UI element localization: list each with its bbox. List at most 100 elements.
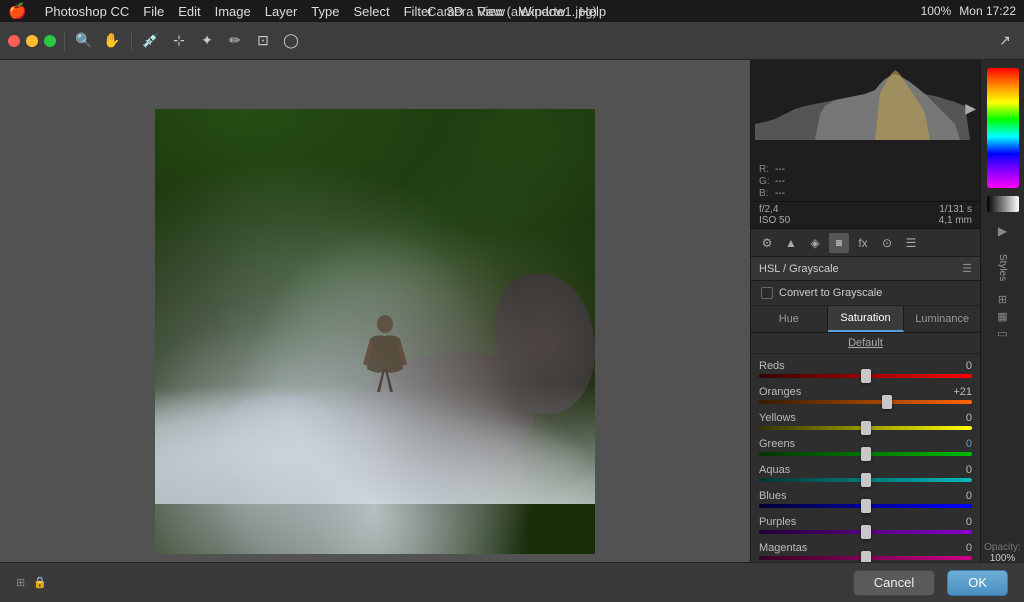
bottom-icon-2[interactable]: 🔒 [33, 576, 47, 589]
r-value: --- [775, 164, 785, 175]
menu-file[interactable]: File [143, 4, 164, 19]
grayscale-checkbox[interactable] [761, 287, 773, 299]
blues-track[interactable] [759, 504, 972, 508]
yellows-value: 0 [948, 412, 972, 424]
camera-info: f/2,4 1/131 s ISO 50 4,1 mm [751, 202, 980, 229]
g-label: G: [759, 176, 771, 187]
right-panel: ▶ R: --- G: --- B: --- [750, 60, 980, 602]
menubar: 🍎 Photoshop CC File Edit Image Layer Typ… [0, 0, 1024, 22]
slider-purples: Purples 0 [751, 514, 980, 536]
far-right-panel: ▶ Styles ⊞ ▦ ▭ Opacity: 100% Fill: 100% [980, 60, 1024, 602]
red-row: R: --- [759, 164, 972, 175]
histogram-svg [755, 64, 976, 140]
menu-select[interactable]: Select [353, 4, 389, 19]
content-area: ⊞ 🔒 45,5% ▾ Y ⊞ ↕ ☰ [0, 60, 1024, 602]
blues-value: 0 [948, 490, 972, 502]
menu-type[interactable]: Type [311, 4, 339, 19]
oranges-thumb[interactable] [882, 395, 892, 409]
shutter-value: 1/131 s [939, 204, 972, 215]
menubar-right: 100% Mon 17:22 [921, 4, 1016, 18]
toolbar: 🔍 ✋ 💉 ⊹ ✦ ✏ ⊡ ◯ ↗ [0, 22, 1024, 60]
basic-panel-icon[interactable]: ⚙ [757, 233, 777, 253]
tab-saturation[interactable]: Saturation [828, 306, 905, 332]
layers-icon[interactable]: ⊞ [998, 293, 1007, 306]
section-menu-icon[interactable]: ☰ [962, 262, 972, 275]
grayscale-swatch[interactable] [987, 196, 1019, 212]
yellows-track[interactable] [759, 426, 972, 430]
aquas-track[interactable] [759, 478, 972, 482]
bottom-icon-1[interactable]: ⊞ [16, 576, 25, 589]
details-icon[interactable]: ◈ [805, 233, 825, 253]
greens-value: 0 [948, 438, 972, 450]
purples-thumb[interactable] [861, 525, 871, 539]
slider-blues: Blues 0 [751, 488, 980, 510]
gradient-tool-icon[interactable]: ◯ [280, 30, 302, 52]
photo-container [155, 109, 595, 554]
battery-indicator: 100% [921, 4, 952, 18]
maximize-button[interactable] [44, 35, 56, 47]
clone-tool-icon[interactable]: ⊡ [252, 30, 274, 52]
hand-tool-icon[interactable]: ✋ [101, 30, 123, 52]
close-button[interactable] [8, 35, 20, 47]
yellows-thumb[interactable] [861, 421, 871, 435]
canvas-panel: ⊞ 🔒 45,5% ▾ Y ⊞ ↕ ☰ [0, 60, 750, 602]
reds-value: 0 [948, 360, 972, 372]
greens-thumb[interactable] [861, 447, 871, 461]
paths-icon[interactable]: ▭ [997, 327, 1007, 340]
aperture-value: f/2,4 [759, 204, 778, 215]
greens-track[interactable] [759, 452, 972, 456]
heal-tool-icon[interactable]: ✦ [196, 30, 218, 52]
g-value: --- [775, 176, 785, 187]
minimize-button[interactable] [26, 35, 38, 47]
reds-thumb[interactable] [861, 369, 871, 383]
aquas-thumb[interactable] [861, 473, 871, 487]
cancel-button[interactable]: Cancel [853, 570, 935, 596]
export-icon[interactable]: ↗ [994, 30, 1016, 52]
slider-greens: Greens 0 [751, 436, 980, 458]
tab-hue[interactable]: Hue [751, 306, 828, 332]
blue-row: B: --- [759, 188, 972, 199]
greens-label: Greens [759, 438, 795, 450]
apple-menu[interactable]: 🍎 [8, 2, 27, 20]
channels-icon[interactable]: ▦ [997, 310, 1007, 323]
menu-layer[interactable]: Layer [265, 4, 298, 19]
slider-magentas: Magentas 0 [751, 540, 980, 562]
tab-luminance[interactable]: Luminance [904, 306, 980, 332]
color-gradient-swatch[interactable] [987, 68, 1019, 188]
purples-label: Purples [759, 516, 796, 528]
slider-yellows: Yellows 0 [751, 410, 980, 432]
hsl-icon active[interactable]: ≡ [829, 233, 849, 253]
swatch-arrow[interactable]: ▶ [998, 224, 1007, 238]
purples-track[interactable] [759, 530, 972, 534]
camera-row-1: f/2,4 1/131 s [759, 204, 972, 215]
slider-aquas: Aquas 0 [751, 462, 980, 484]
magentas-label: Magentas [759, 542, 807, 554]
crop-tool-icon[interactable]: ⊹ [168, 30, 190, 52]
calibration-icon[interactable]: ☰ [901, 233, 921, 253]
ok-button[interactable]: OK [947, 570, 1008, 596]
blues-thumb[interactable] [861, 499, 871, 513]
magentas-track[interactable] [759, 556, 972, 560]
panel-tools: ⚙ ▲ ◈ ≡ fx ⊙ ☰ [751, 229, 980, 257]
default-label[interactable]: Default [751, 333, 980, 354]
histogram-expand[interactable]: ▶ [965, 100, 976, 117]
b-label: B: [759, 188, 771, 199]
zoom-tool-icon[interactable]: 🔍 [73, 30, 95, 52]
lens-icon[interactable]: ⊙ [877, 233, 897, 253]
yellows-label: Yellows [759, 412, 796, 424]
eyedropper-icon[interactable]: 💉 [140, 30, 162, 52]
menu-photoshop[interactable]: Photoshop CC [45, 4, 130, 19]
opacity-label: Opacity: [984, 542, 1021, 553]
convert-row: Convert to Grayscale [751, 281, 980, 306]
menu-edit[interactable]: Edit [178, 4, 200, 19]
camera-row-2: ISO 50 4,1 mm [759, 215, 972, 226]
reds-track[interactable] [759, 374, 972, 378]
tone-curve-icon[interactable]: ▲ [781, 233, 801, 253]
datetime: Mon 17:22 [959, 4, 1016, 18]
oranges-track[interactable] [759, 400, 972, 404]
brush-tool-icon[interactable]: ✏ [224, 30, 246, 52]
menu-image[interactable]: Image [215, 4, 251, 19]
split-tone-icon[interactable]: fx [853, 233, 873, 253]
r-label: R: [759, 164, 771, 175]
styles-label: Styles [997, 254, 1008, 281]
